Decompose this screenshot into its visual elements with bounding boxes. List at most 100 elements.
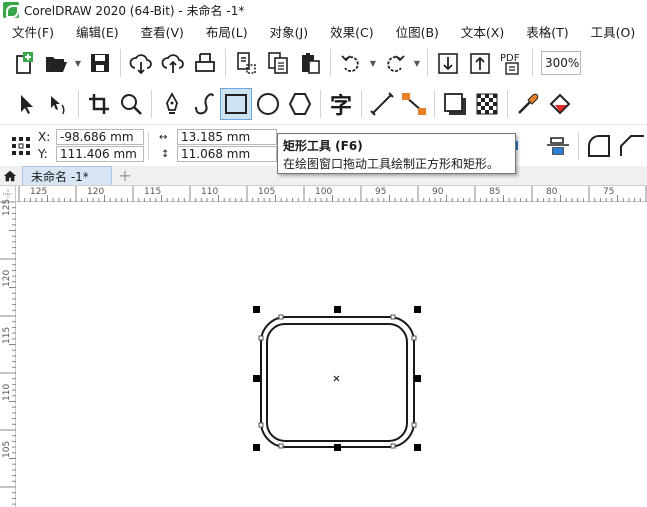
crop-tool-button[interactable] bbox=[83, 88, 115, 120]
toolbar-separator bbox=[120, 49, 121, 77]
drawing-surface bbox=[253, 306, 421, 451]
menu-text[interactable]: 文本(X) bbox=[450, 22, 515, 41]
v-ruler-label: 120 bbox=[2, 269, 12, 287]
ellipse-tool-button[interactable] bbox=[252, 88, 284, 120]
fill-tool-button[interactable] bbox=[544, 88, 576, 120]
toolbar-separator bbox=[532, 49, 533, 77]
h-ruler-label: 80 bbox=[546, 187, 558, 197]
eyedropper-icon bbox=[518, 93, 539, 114]
zoom-level-field[interactable]: 300% bbox=[541, 51, 581, 75]
title-bar: CorelDRAW 2020 (64-Bit) - 未命名 -1* bbox=[0, 0, 647, 20]
ellipse-icon bbox=[257, 93, 279, 115]
align-icon bbox=[547, 136, 569, 155]
document-tab[interactable]: 未命名 -1* bbox=[22, 166, 112, 185]
home-icon bbox=[3, 170, 17, 181]
connector-tool-button[interactable] bbox=[398, 88, 430, 120]
pen-tool-button[interactable] bbox=[156, 88, 188, 120]
object-origin-icon[interactable] bbox=[10, 135, 32, 157]
cloud-download-button[interactable] bbox=[125, 47, 157, 79]
pick-tool-button[interactable] bbox=[10, 88, 42, 120]
eyedropper-tool-button[interactable] bbox=[512, 88, 544, 120]
rounded-rectangle-inner[interactable] bbox=[266, 323, 408, 442]
menu-object[interactable]: 对象(J) bbox=[259, 22, 319, 41]
menu-table[interactable]: 表格(T) bbox=[515, 22, 579, 41]
redo-button[interactable] bbox=[379, 47, 411, 79]
cloud-upload-button[interactable] bbox=[157, 47, 189, 79]
menu-file[interactable]: 文件(F) bbox=[0, 22, 65, 41]
toolbar-separator bbox=[148, 131, 149, 160]
connector-icon bbox=[402, 93, 426, 115]
x-position-input[interactable]: -98.686 mm bbox=[56, 129, 144, 145]
open-button[interactable] bbox=[40, 47, 72, 79]
home-tab[interactable] bbox=[0, 166, 20, 185]
line-tool-button[interactable] bbox=[366, 88, 398, 120]
shape-tool-button[interactable] bbox=[42, 88, 74, 120]
paste-button[interactable] bbox=[294, 47, 326, 79]
menu-view[interactable]: 查看(V) bbox=[130, 22, 195, 41]
x-label: X: bbox=[38, 130, 51, 144]
tooltip-description: 在绘图窗口拖动工具绘制正方形和矩形。 bbox=[283, 157, 500, 171]
toolbar-separator bbox=[427, 49, 428, 77]
redo-icon bbox=[387, 55, 405, 72]
undo-button[interactable] bbox=[335, 47, 367, 79]
y-position-input[interactable]: 111.406 mm bbox=[56, 146, 144, 162]
menu-layout[interactable]: 布局(L) bbox=[195, 22, 259, 41]
cut-button[interactable] bbox=[230, 47, 262, 79]
clipboard-paste-icon bbox=[302, 53, 320, 74]
toolbar-separator bbox=[78, 90, 79, 118]
tooltip-title: 矩形工具 (F6) bbox=[283, 139, 363, 153]
export-button[interactable] bbox=[464, 47, 496, 79]
toolbar-separator bbox=[151, 90, 152, 118]
copy-button[interactable] bbox=[262, 47, 294, 79]
menu-edit[interactable]: 编辑(E) bbox=[65, 22, 130, 41]
folder-open-icon bbox=[46, 57, 67, 72]
add-tab-plus-icon[interactable]: + bbox=[116, 166, 134, 185]
horizontal-ruler[interactable]: 125 120 115 110 105 100 95 90 85 80 75 bbox=[16, 186, 647, 202]
menu-tools[interactable]: 工具(O) bbox=[580, 22, 647, 41]
drawing-canvas[interactable] bbox=[17, 203, 647, 507]
import-button[interactable] bbox=[432, 47, 464, 79]
transparency-tool-button[interactable] bbox=[471, 88, 503, 120]
polygon-tool-button[interactable] bbox=[284, 88, 316, 120]
width-arrow-icon: ↔ bbox=[159, 131, 168, 143]
save-button[interactable] bbox=[84, 47, 116, 79]
open-dropdown-chevron-icon[interactable]: ▼ bbox=[72, 59, 84, 68]
toolbar-separator bbox=[225, 49, 226, 77]
width-input[interactable]: 13.185 mm bbox=[177, 129, 277, 145]
h-ruler-label: 115 bbox=[144, 187, 162, 197]
toolbar-separator bbox=[361, 90, 362, 118]
hexagon-icon bbox=[288, 93, 312, 115]
round-corner-button[interactable] bbox=[583, 130, 615, 162]
publish-pdf-button[interactable]: PDF bbox=[496, 47, 528, 79]
text-tool-button[interactable]: 字 bbox=[325, 88, 357, 120]
import-icon bbox=[438, 53, 458, 74]
undo-dropdown-chevron-icon[interactable]: ▼ bbox=[367, 59, 379, 68]
toolbar-separator bbox=[507, 90, 508, 118]
menu-bitmaps[interactable]: 位图(B) bbox=[385, 22, 450, 41]
pointer-arrow-icon bbox=[21, 95, 33, 114]
vertical-ruler-ticks bbox=[0, 202, 16, 505]
new-document-button[interactable] bbox=[8, 47, 40, 79]
vertical-ruler[interactable]: 125 120 115 110 105 bbox=[0, 199, 16, 507]
rounded-rectangle-outer[interactable] bbox=[260, 316, 415, 448]
drop-shadow-tool-button[interactable] bbox=[439, 88, 471, 120]
h-ruler-label: 105 bbox=[258, 187, 276, 197]
redo-dropdown-chevron-icon[interactable]: ▼ bbox=[411, 59, 423, 68]
h-ruler-label: 75 bbox=[603, 187, 615, 197]
size-fields: ↔ 13.185 mm ↕ 11.068 mm bbox=[159, 129, 277, 162]
export-icon bbox=[470, 53, 490, 74]
print-button[interactable] bbox=[189, 47, 221, 79]
h-ruler-label: 110 bbox=[201, 187, 219, 197]
menu-effects[interactable]: 效果(C) bbox=[319, 22, 384, 41]
height-input[interactable]: 11.068 mm bbox=[177, 146, 277, 162]
y-label: Y: bbox=[38, 147, 48, 161]
new-document-icon bbox=[16, 52, 33, 74]
menu-bar: 文件(F) 编辑(E) 查看(V) 布局(L) 对象(J) 效果(C) 位图(B… bbox=[0, 20, 647, 42]
chamfer-corner-button[interactable] bbox=[615, 130, 647, 162]
artistic-media-tool-button[interactable] bbox=[188, 88, 220, 120]
v-ruler-label: 105 bbox=[2, 440, 12, 458]
align-button[interactable] bbox=[542, 130, 574, 162]
zoom-tool-button[interactable] bbox=[115, 88, 147, 120]
copy-icon bbox=[268, 52, 288, 74]
rectangle-tool-button[interactable] bbox=[220, 88, 252, 120]
